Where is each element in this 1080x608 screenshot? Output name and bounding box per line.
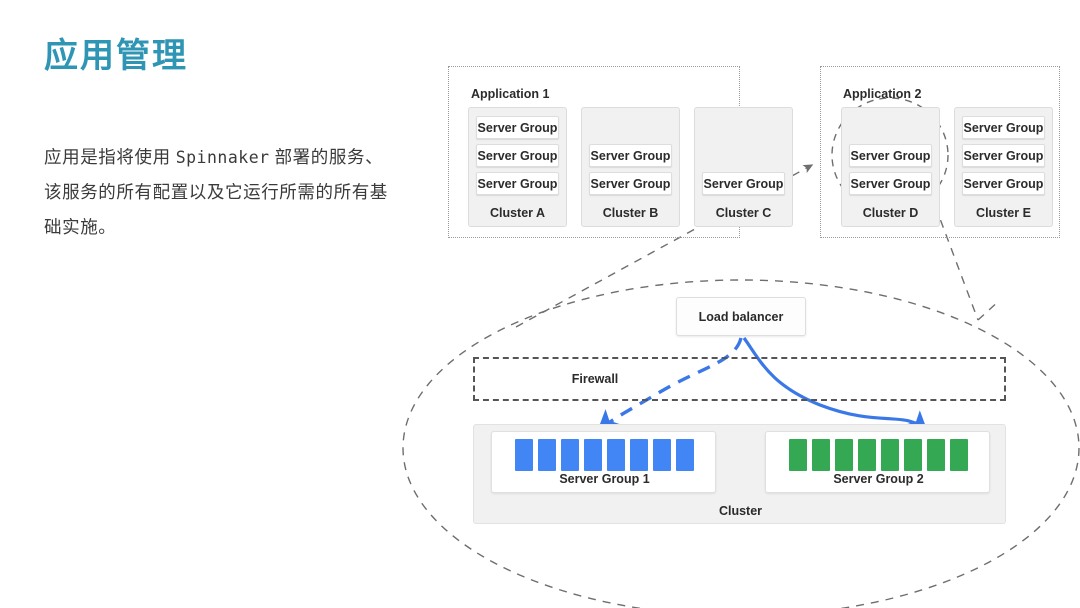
server-group-chip[interactable]: Server Group: [702, 172, 785, 195]
server-group-1-label: Server Group 1: [559, 472, 650, 486]
cluster-a[interactable]: Server Group Server Group Server Group C…: [468, 107, 567, 227]
server-group-2-instances: [766, 439, 991, 471]
instance: [538, 439, 556, 471]
instance: [789, 439, 807, 471]
cluster-d-label: Cluster D: [862, 206, 919, 220]
application-2-container: Application 2 Server Group Server Group …: [820, 66, 1060, 238]
instance: [561, 439, 579, 471]
server-group-chip[interactable]: Server Group: [476, 116, 559, 139]
server-group-chip[interactable]: Server Group: [476, 144, 559, 167]
server-group-chip[interactable]: Server Group: [589, 172, 672, 195]
callout-line-tail: [977, 299, 1001, 321]
load-balancer-node[interactable]: Load balancer: [676, 297, 806, 336]
server-group-1-card[interactable]: Server Group 1: [491, 431, 716, 493]
cluster-c[interactable]: Server Group Cluster C: [694, 107, 793, 227]
server-group-chip[interactable]: Server Group: [962, 172, 1045, 195]
application-2-label: Application 2: [843, 87, 922, 101]
cluster-e-label: Cluster E: [976, 206, 1031, 220]
cluster-a-label: Cluster A: [489, 206, 546, 220]
cluster-detail-label: Cluster: [718, 504, 763, 518]
instance: [881, 439, 899, 471]
server-group-chip[interactable]: Server Group: [589, 144, 672, 167]
cluster-c-label: Cluster C: [715, 206, 772, 220]
architecture-diagram: Application 1 Server Group Server Group …: [0, 0, 1080, 608]
server-group-chip[interactable]: Server Group: [849, 144, 932, 167]
server-group-2-card[interactable]: Server Group 2: [765, 431, 990, 493]
cluster-d[interactable]: Server Group Server Group Cluster D: [841, 107, 940, 227]
instance: [515, 439, 533, 471]
instance: [812, 439, 830, 471]
load-balancer-label: Load balancer: [698, 309, 784, 324]
instance: [904, 439, 922, 471]
server-group-2-label: Server Group 2: [833, 472, 924, 486]
instance: [858, 439, 876, 471]
instance: [607, 439, 625, 471]
application-1-label: Application 1: [471, 87, 550, 101]
instance: [950, 439, 968, 471]
application-1-container: Application 1 Server Group Server Group …: [448, 66, 793, 238]
server-group-1-instances: [492, 439, 717, 471]
instance: [653, 439, 671, 471]
server-group-chip[interactable]: Server Group: [962, 116, 1045, 139]
firewall-label: Firewall: [571, 372, 619, 386]
server-group-chip[interactable]: Server Group: [849, 172, 932, 195]
server-group-chip[interactable]: Server Group: [476, 172, 559, 195]
instance: [676, 439, 694, 471]
instance: [584, 439, 602, 471]
cluster-b-label: Cluster B: [602, 206, 659, 220]
instance: [927, 439, 945, 471]
cluster-b[interactable]: Server Group Server Group Cluster B: [581, 107, 680, 227]
instance: [835, 439, 853, 471]
firewall-boundary: Firewall: [473, 357, 1006, 401]
instance: [630, 439, 648, 471]
cluster-detail-container[interactable]: Server Group 1 Server Group 2 Cluster: [473, 424, 1006, 524]
cluster-e[interactable]: Server Group Server Group Server Group C…: [954, 107, 1053, 227]
server-group-chip[interactable]: Server Group: [962, 144, 1045, 167]
